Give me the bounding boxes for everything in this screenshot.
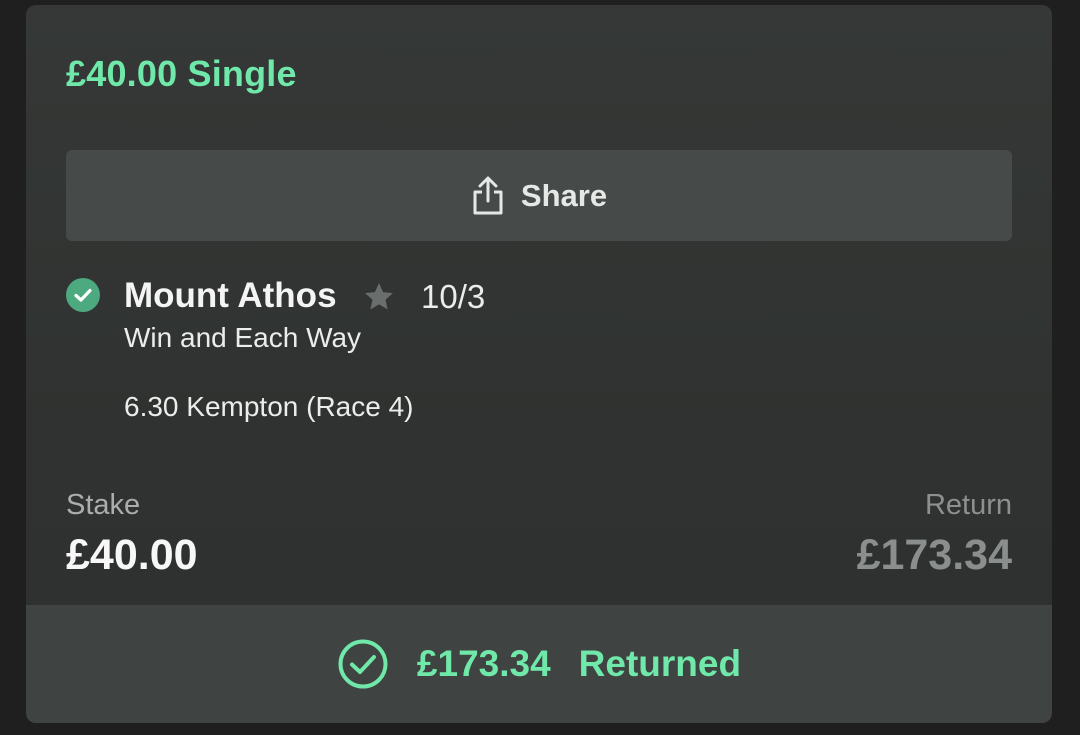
selection-details: Mount Athos 10/3 Win and Each Way 6.30 K… bbox=[66, 270, 1012, 440]
bet-card: £40.00 Single Share Mount Athos 10/3 Win… bbox=[26, 5, 1052, 723]
share-label: Share bbox=[520, 177, 608, 213]
returned-status: Returned bbox=[578, 643, 742, 684]
bet-title: £40.00 Single bbox=[66, 53, 297, 94]
returned-amount: £173.34 bbox=[416, 643, 551, 684]
return-label: Return bbox=[924, 489, 1012, 521]
stake-label: Stake bbox=[66, 489, 141, 521]
odds: 10/3 bbox=[421, 278, 486, 315]
share-icon bbox=[473, 176, 503, 214]
share-button[interactable]: Share bbox=[66, 150, 1012, 241]
star-icon[interactable] bbox=[362, 280, 396, 314]
event-name: 6.30 Kempton (Race 4) bbox=[124, 391, 414, 422]
result-banner: £173.34 Returned bbox=[26, 605, 1052, 723]
check-circle-outline-icon bbox=[338, 639, 388, 689]
check-circle-icon bbox=[66, 278, 100, 312]
runner-name: Mount Athos bbox=[124, 276, 337, 315]
market-type: Win and Each Way bbox=[124, 322, 362, 353]
stake-value: £40.00 bbox=[66, 531, 198, 579]
return-value: £173.34 bbox=[856, 531, 1012, 579]
